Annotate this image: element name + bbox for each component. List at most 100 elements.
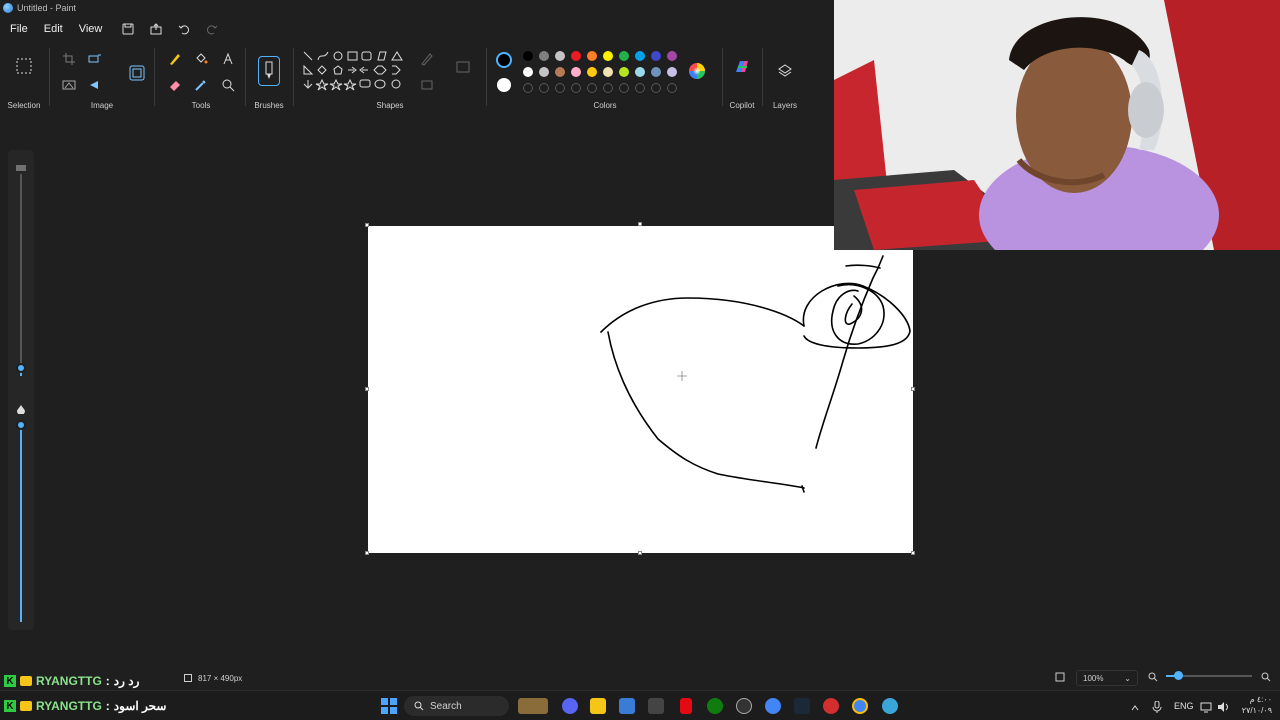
custom-color-slot[interactable] <box>571 83 581 93</box>
image-grid-icon[interactable] <box>60 76 78 94</box>
custom-color-slot[interactable] <box>539 83 549 93</box>
opacity-slider-knob[interactable] <box>16 420 26 430</box>
share-icon[interactable] <box>148 21 164 37</box>
color-swatch[interactable] <box>571 51 581 61</box>
color-swatch[interactable] <box>667 67 677 77</box>
shape-fill-icon[interactable] <box>454 58 472 76</box>
color-swatch[interactable] <box>667 51 677 61</box>
resize-handle-bl[interactable] <box>365 551 369 555</box>
eraser-icon[interactable] <box>166 76 184 94</box>
color-swatch[interactable] <box>555 67 565 77</box>
zoom-slider-knob[interactable] <box>1174 671 1183 680</box>
color-swatch[interactable] <box>603 67 613 77</box>
zoom-dropdown[interactable]: 100% ⌄ <box>1076 670 1138 686</box>
crop-icon[interactable] <box>60 50 78 68</box>
color-swatch[interactable] <box>651 67 661 77</box>
shapes-gallery-icon[interactable] <box>302 50 408 96</box>
shape-style-icon[interactable] <box>418 76 436 94</box>
undo-icon[interactable] <box>176 21 192 37</box>
discord-icon[interactable] <box>562 698 578 714</box>
fit-screen-icon[interactable] <box>1055 672 1065 684</box>
secondary-color-swatch[interactable] <box>497 78 511 92</box>
resize-handle-right[interactable] <box>911 387 915 391</box>
custom-color-slot[interactable] <box>603 83 613 93</box>
streamer-webcam-image <box>834 0 1280 250</box>
pencil-icon[interactable] <box>166 50 184 68</box>
zoom-out-icon[interactable] <box>1148 672 1158 684</box>
color-swatch[interactable] <box>523 67 533 77</box>
file-explorer-icon[interactable] <box>590 698 606 714</box>
app-icon[interactable] <box>648 698 664 714</box>
taskbar-search[interactable]: Search <box>404 696 509 716</box>
fill-icon[interactable] <box>192 50 210 68</box>
color-swatch[interactable] <box>555 51 565 61</box>
magnifier-icon[interactable] <box>219 76 237 94</box>
microsoft-store-icon[interactable] <box>619 698 635 714</box>
custom-color-slot[interactable] <box>635 83 645 93</box>
color-swatch[interactable] <box>539 51 549 61</box>
xbox-icon[interactable] <box>707 698 723 714</box>
rotate-icon[interactable] <box>86 76 104 94</box>
color-swatch[interactable] <box>523 51 533 61</box>
primary-color-swatch[interactable] <box>496 52 512 68</box>
text-icon[interactable] <box>219 50 237 68</box>
copilot-icon[interactable] <box>733 58 751 76</box>
custom-color-slot[interactable] <box>651 83 661 93</box>
steam-icon[interactable] <box>794 698 810 714</box>
tools-group: Tools <box>160 42 242 114</box>
color-swatch[interactable] <box>587 51 597 61</box>
language-indicator[interactable]: ENG <box>1174 701 1194 711</box>
color-swatch[interactable] <box>603 51 613 61</box>
settings-gear-icon[interactable] <box>736 698 752 714</box>
search-highlight-icon[interactable] <box>518 698 548 714</box>
save-icon[interactable] <box>120 21 136 37</box>
color-swatch[interactable] <box>651 51 661 61</box>
color-swatch[interactable] <box>587 67 597 77</box>
selection-icon[interactable] <box>15 57 33 75</box>
drawing-canvas[interactable] <box>368 226 913 553</box>
color-swatch[interactable] <box>619 51 629 61</box>
color-swatch[interactable] <box>635 51 645 61</box>
divider <box>49 48 50 106</box>
network-icon[interactable] <box>1200 700 1212 713</box>
color-swatch[interactable] <box>539 67 549 77</box>
menu-view[interactable]: View <box>73 20 109 38</box>
volume-icon[interactable] <box>1217 700 1229 712</box>
paint-taskbar-icon[interactable] <box>882 698 898 714</box>
chrome-icon[interactable] <box>765 698 781 714</box>
resize-icon[interactable] <box>86 50 104 68</box>
netflix-icon[interactable] <box>680 698 692 714</box>
size-slider-track[interactable] <box>20 174 22 374</box>
custom-color-slot[interactable] <box>619 83 629 93</box>
custom-color-slot[interactable] <box>523 83 533 93</box>
color-swatch[interactable] <box>619 67 629 77</box>
microphone-icon[interactable] <box>1152 700 1162 713</box>
chevron-up-icon[interactable] <box>1130 700 1140 711</box>
webcam-overlay <box>834 0 1280 250</box>
menu-file[interactable]: File <box>4 20 34 38</box>
color-swatch[interactable] <box>571 67 581 77</box>
resize-handle-br[interactable] <box>911 551 915 555</box>
brush-icon[interactable] <box>258 56 280 86</box>
size-slider-knob[interactable] <box>16 363 26 373</box>
image-select-icon[interactable] <box>128 64 146 82</box>
clock[interactable]: ٤:٠٠ م ٢٧/١٠/٠٩ <box>1238 694 1272 716</box>
resize-handle-top[interactable] <box>638 222 642 226</box>
color-swatch[interactable] <box>635 67 645 77</box>
outline-icon[interactable] <box>418 50 436 68</box>
chrome-active-icon[interactable] <box>852 698 868 714</box>
resize-handle-tl[interactable] <box>365 223 369 227</box>
custom-color-slot[interactable] <box>587 83 597 93</box>
app-red-icon[interactable] <box>823 698 839 714</box>
windows-start-icon[interactable] <box>381 698 397 714</box>
edit-colors-icon[interactable] <box>688 62 706 80</box>
menu-edit[interactable]: Edit <box>38 20 69 38</box>
zoom-in-icon[interactable] <box>1261 672 1271 684</box>
redo-icon[interactable] <box>204 21 220 37</box>
resize-handle-bottom[interactable] <box>638 551 642 555</box>
layers-icon[interactable] <box>776 62 794 80</box>
color-picker-icon[interactable] <box>192 76 210 94</box>
custom-color-slot[interactable] <box>555 83 565 93</box>
custom-color-slot[interactable] <box>667 83 677 93</box>
resize-handle-left[interactable] <box>365 387 369 391</box>
